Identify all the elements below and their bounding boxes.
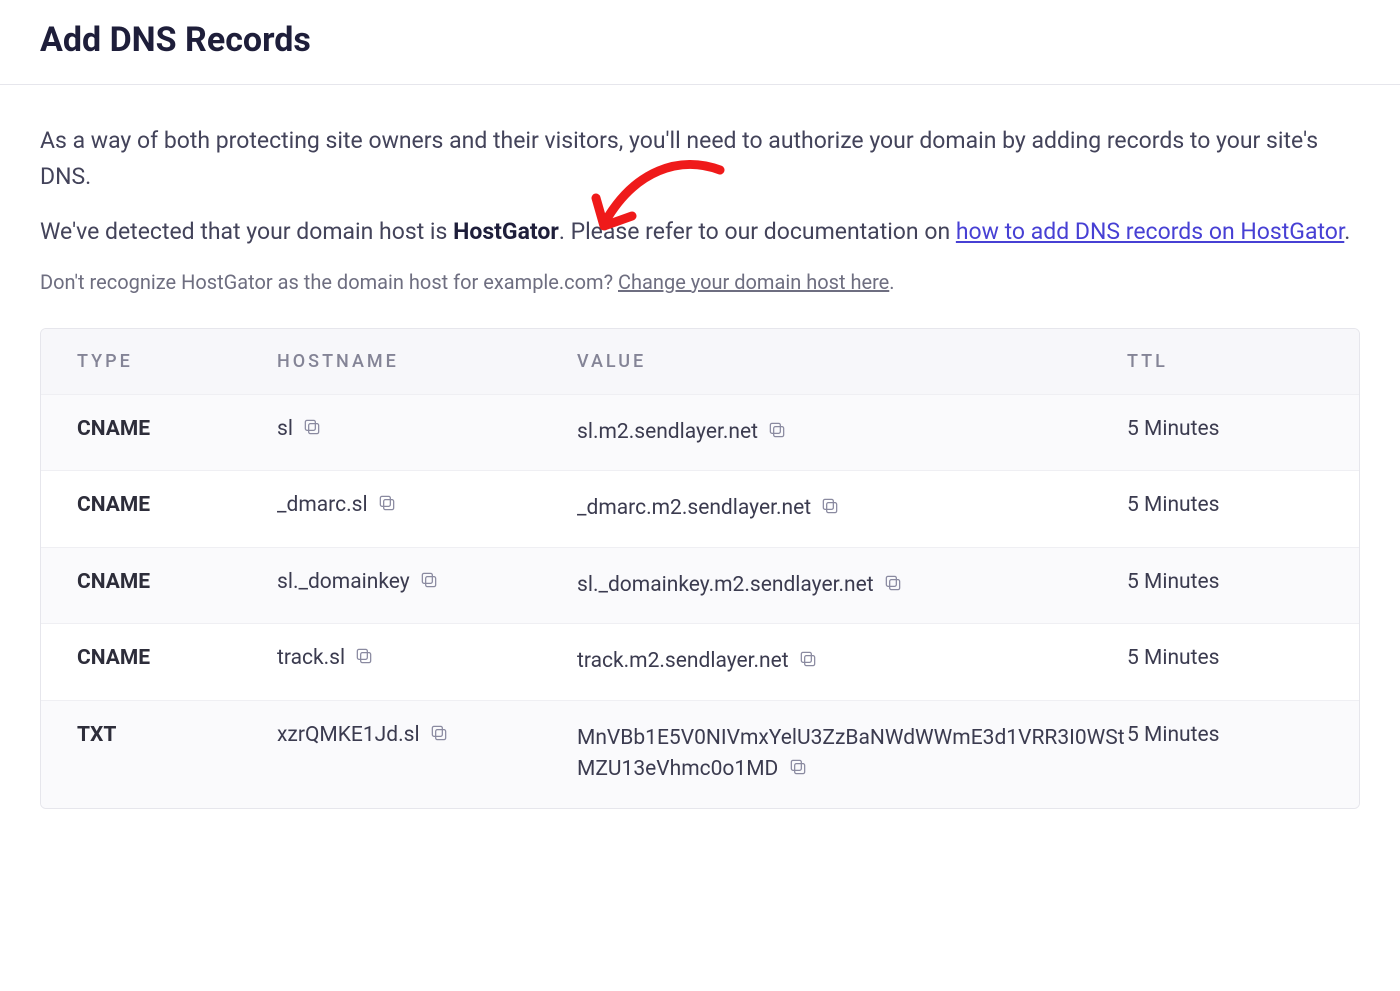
copy-icon[interactable] <box>798 648 818 668</box>
hostname-text: _dmarc.sl <box>277 493 373 517</box>
cell-type: CNAME <box>77 646 277 670</box>
cell-type: CNAME <box>77 417 277 441</box>
table-row: CNAMEsl sl.m2.sendlayer.net 5 Minutes <box>41 395 1359 472</box>
col-header-type: TYPE <box>77 351 277 372</box>
cell-ttl: 5 Minutes <box>1127 570 1323 594</box>
cell-type: CNAME <box>77 570 277 594</box>
hostname-text: xzrQMKE1Jd.sl <box>277 723 425 747</box>
detected-host-name: HostGator <box>453 218 559 245</box>
cell-ttl: 5 Minutes <box>1127 417 1323 441</box>
cell-hostname: track.sl <box>277 646 577 670</box>
cell-value: MnVBb1E5V0NIVmxYelU3ZzBaNWdWWmE3d1VRR3I0… <box>577 723 1127 786</box>
divider <box>0 84 1400 85</box>
cell-ttl: 5 Minutes <box>1127 493 1323 517</box>
cell-ttl: 5 Minutes <box>1127 646 1323 670</box>
table-row: CNAMEsl._domainkey sl._domainkey.m2.send… <box>41 548 1359 625</box>
subnote-pre: Don't recognize HostGator as the domain … <box>40 270 618 294</box>
copy-icon[interactable] <box>767 419 787 439</box>
table-header-row: TYPE HOSTNAME VALUE TTL <box>41 329 1359 395</box>
hostname-text: sl._domainkey <box>277 570 415 594</box>
intro2-post: . Please refer to our documentation on <box>559 218 956 245</box>
docs-link[interactable]: how to add DNS records on HostGator <box>956 218 1344 245</box>
cell-value: sl.m2.sendlayer.net <box>577 417 1127 449</box>
intro-text-1: As a way of both protecting site owners … <box>40 123 1360 194</box>
value-text: sl._domainkey.m2.sendlayer.net <box>577 573 879 597</box>
cell-hostname: _dmarc.sl <box>277 493 577 517</box>
table-row: CNAME_dmarc.sl _dmarc.m2.sendlayer.net 5… <box>41 471 1359 548</box>
cell-value: _dmarc.m2.sendlayer.net <box>577 493 1127 525</box>
copy-icon[interactable] <box>354 646 374 666</box>
value-text: track.m2.sendlayer.net <box>577 649 794 673</box>
cell-value: sl._domainkey.m2.sendlayer.net <box>577 570 1127 602</box>
hostname-text: track.sl <box>277 646 350 670</box>
copy-icon[interactable] <box>302 417 322 437</box>
value-text: sl.m2.sendlayer.net <box>577 420 763 444</box>
copy-icon[interactable] <box>883 572 903 592</box>
cell-type: CNAME <box>77 493 277 517</box>
cell-hostname: xzrQMKE1Jd.sl <box>277 723 577 747</box>
change-host-link[interactable]: Change your domain host here <box>618 270 889 294</box>
copy-icon[interactable] <box>788 756 808 776</box>
cell-hostname: sl <box>277 417 577 441</box>
copy-icon[interactable] <box>820 495 840 515</box>
cell-ttl: 5 Minutes <box>1127 723 1323 747</box>
intro2-pre: We've detected that your domain host is <box>40 218 453 245</box>
hostname-text: sl <box>277 417 298 441</box>
table-row: CNAMEtrack.sl track.m2.sendlayer.net 5 M… <box>41 624 1359 701</box>
col-header-hostname: HOSTNAME <box>277 351 577 372</box>
value-text: _dmarc.m2.sendlayer.net <box>577 496 816 520</box>
dns-records-table: TYPE HOSTNAME VALUE TTL CNAMEsl sl.m2.se… <box>40 328 1360 809</box>
cell-type: TXT <box>77 723 277 747</box>
intro-text-2: We've detected that your domain host is … <box>40 214 1360 250</box>
table-row: TXTxzrQMKE1Jd.sl MnVBb1E5V0NIVmxYelU3ZzB… <box>41 701 1359 808</box>
col-header-value: VALUE <box>577 351 1127 372</box>
copy-icon[interactable] <box>419 570 439 590</box>
subnote: Don't recognize HostGator as the domain … <box>40 270 1360 294</box>
copy-icon[interactable] <box>377 493 397 513</box>
cell-hostname: sl._domainkey <box>277 570 577 594</box>
col-header-ttl: TTL <box>1127 351 1323 372</box>
copy-icon[interactable] <box>429 723 449 743</box>
value-text: MnVBb1E5V0NIVmxYelU3ZzBaNWdWWmE3d1VRR3I0… <box>577 726 1125 782</box>
cell-value: track.m2.sendlayer.net <box>577 646 1127 678</box>
page-title: Add DNS Records <box>40 20 1360 60</box>
